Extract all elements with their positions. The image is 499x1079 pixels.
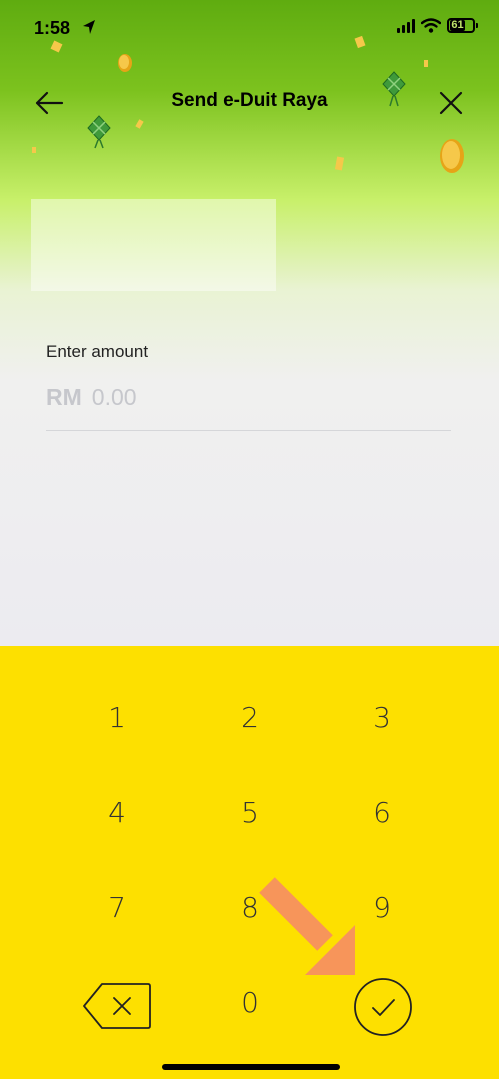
key-7[interactable]: 7 — [67, 872, 167, 942]
location-arrow-icon — [83, 20, 95, 34]
wifi-icon — [421, 18, 441, 33]
coin-icon — [440, 139, 464, 173]
key-1[interactable]: 1 — [67, 682, 167, 752]
numeric-keypad: 1 2 3 4 5 6 7 8 9 0 — [0, 646, 499, 1079]
ketupat-icon — [87, 115, 111, 149]
currency-label: RM — [46, 384, 82, 410]
battery-level: 61 — [450, 19, 465, 31]
check-icon[interactable] — [353, 977, 413, 1037]
amount-label: Enter amount — [46, 342, 149, 361]
key-4[interactable]: 4 — [67, 777, 167, 847]
close-icon[interactable] — [438, 90, 464, 116]
confetti — [424, 60, 428, 67]
key-8[interactable]: 8 — [200, 872, 300, 942]
amount-input[interactable]: RM 0.00 — [46, 384, 451, 431]
key-9[interactable]: 9 — [332, 872, 432, 942]
status-icons: 61 — [397, 18, 478, 33]
backspace-icon[interactable] — [82, 981, 152, 1031]
recipient-card — [31, 199, 276, 291]
key-0[interactable]: 0 — [200, 967, 300, 1037]
key-6[interactable]: 6 — [332, 777, 432, 847]
ketupat-icon — [382, 71, 406, 107]
amount-value: 0.00 — [91, 384, 137, 410]
coin-icon — [118, 54, 132, 72]
key-3[interactable]: 3 — [332, 682, 432, 752]
key-5[interactable]: 5 — [200, 777, 300, 847]
confetti — [32, 147, 36, 153]
status-time: 1:58 — [34, 18, 71, 38]
signal-icon — [397, 18, 415, 33]
key-2[interactable]: 2 — [200, 682, 300, 752]
page-title: Send e-Duit Raya — [171, 90, 328, 111]
battery-icon: 61 — [447, 18, 478, 33]
home-indicator — [162, 1064, 340, 1070]
